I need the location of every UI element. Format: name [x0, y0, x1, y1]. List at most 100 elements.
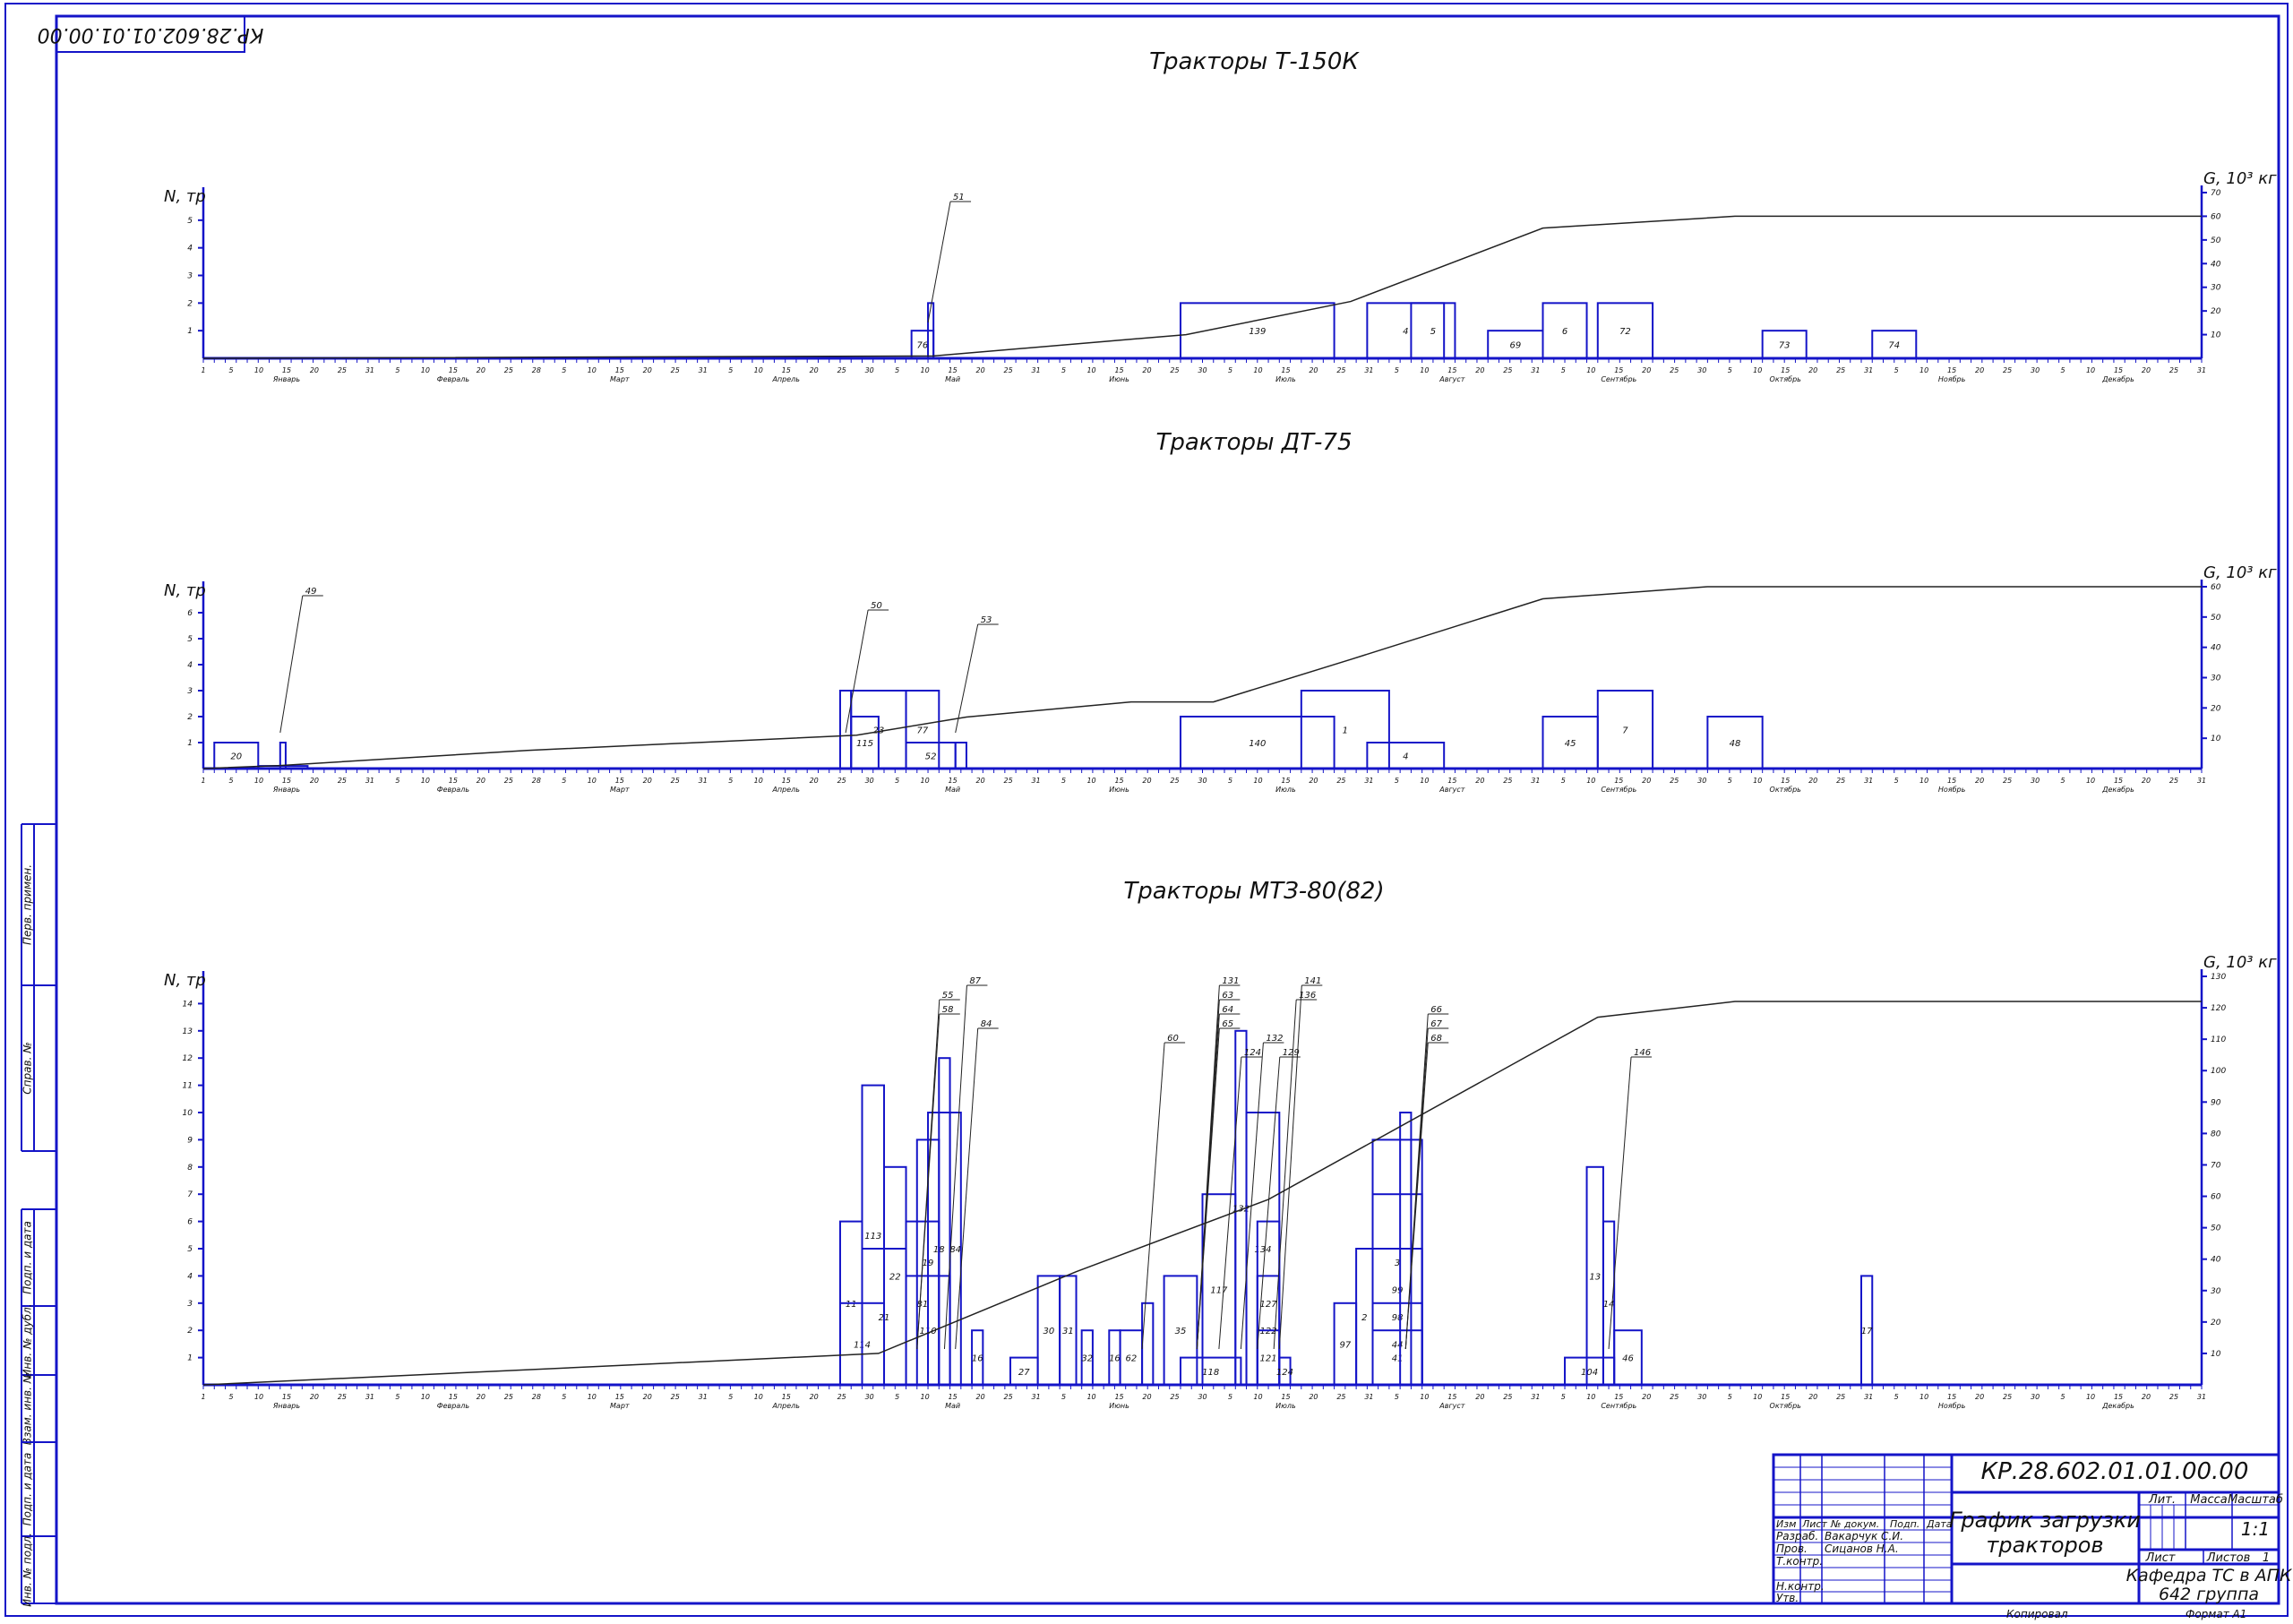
x-tick-label: 25	[2169, 366, 2178, 374]
x-tick-label: 20	[810, 366, 819, 374]
x-tick-label: 25	[504, 366, 513, 374]
bar-label: 1	[1343, 726, 1348, 736]
stamp-org-line2: 642 группа	[2159, 1585, 2259, 1604]
right-axis-label: G, 10³ кг	[2203, 169, 2277, 188]
x-tick-label: 28	[532, 366, 541, 374]
x-tick-label: 15	[949, 366, 958, 374]
side-stamp-label: Инв. № подл.	[21, 1533, 34, 1607]
callout-leader	[1608, 1056, 1632, 1350]
load-bar	[938, 1057, 951, 1386]
stamp-row-prov: Пров.	[1776, 1542, 1808, 1555]
x-tick-label: 25	[2169, 1393, 2178, 1401]
month-label: Август	[1438, 375, 1465, 383]
side-stamp-label: Инв. № дубл.	[21, 1303, 34, 1377]
x-tick-label: 31	[1531, 366, 1540, 374]
x-tick-label: 25	[1836, 777, 1845, 785]
y-tick-label: 5	[187, 635, 193, 644]
bar-label: 77	[917, 726, 929, 736]
callout-label: 132	[1266, 1034, 1283, 1044]
x-tick-label: 5	[1061, 777, 1066, 785]
x-tick-label: 20	[1309, 366, 1318, 374]
stamp-title-line1: График загрузки	[1949, 1508, 2141, 1533]
x-tick-label: 30	[1697, 366, 1706, 374]
bar-label: 117	[1210, 1286, 1228, 1296]
month-label: Октябрь	[1770, 375, 1802, 383]
x-tick-label: 25	[338, 777, 347, 785]
bar-label: 4	[1403, 752, 1408, 762]
month-label: Февраль	[437, 375, 470, 383]
y-tick-label: 7	[187, 1190, 193, 1199]
x-tick-label: 15	[949, 777, 958, 785]
callout-leader	[1196, 1027, 1220, 1350]
x-tick-label: 25	[1336, 366, 1345, 374]
x-tick-label: 20	[2142, 1393, 2151, 1401]
x-tick-label: 25	[338, 1393, 347, 1401]
x-tick-label: 20	[976, 1393, 985, 1401]
y-tick-label: 14	[183, 1000, 193, 1009]
x-tick-label: 25	[1503, 366, 1512, 374]
x-tick-label: 25	[1836, 366, 1845, 374]
callout-leader	[943, 984, 967, 1350]
stamp-col-ndoc: № докум.	[1830, 1518, 1879, 1530]
x-tick-label: 25	[504, 777, 513, 785]
month-label: Июль	[1275, 1402, 1296, 1410]
charts-container: Тракторы Т-150КN, тр12345G, 10³ кг102030…	[164, 48, 2277, 1410]
x-tick-label: 20	[310, 777, 319, 785]
x-tick-label: 28	[532, 1393, 541, 1401]
x-tick-label: 15	[449, 1393, 458, 1401]
x-tick-label: 31	[1364, 777, 1373, 785]
x-tick-label: 5	[1561, 777, 1566, 785]
x-tick-label: 20	[643, 1393, 652, 1401]
x-tick-label: 10	[921, 1393, 930, 1401]
stamp-listov-label: Листов	[2206, 1551, 2251, 1565]
x-tick-label: 15	[1114, 366, 1123, 374]
x-tick-label: 30	[865, 1393, 874, 1401]
x-tick-label: 15	[782, 366, 791, 374]
bar-label: 104	[1581, 1368, 1598, 1378]
x-tick-label: 10	[754, 777, 763, 785]
x-tick-label: 5	[1894, 777, 1899, 785]
stamp-col-list: Лист	[1801, 1518, 1827, 1530]
y-tick-label: 5	[187, 217, 193, 226]
callout-leader	[845, 609, 869, 734]
x-tick-label: 31	[1531, 777, 1540, 785]
x-tick-label: 10	[1919, 366, 1928, 374]
x-tick-label: 20	[1808, 777, 1817, 785]
x-tick-label: 31	[1364, 1393, 1373, 1401]
callout-label: 58	[942, 1005, 954, 1015]
bar-label: 20	[230, 752, 242, 762]
x-tick-label: 10	[421, 1393, 430, 1401]
y-tick-label: 3	[187, 272, 193, 281]
x-tick-label: 15	[1781, 777, 1790, 785]
x-tick-label: 20	[643, 777, 652, 785]
y-tick-label: 2	[187, 1327, 193, 1336]
month-label: Ноябрь	[1938, 375, 1966, 383]
month-label: Декабрь	[2101, 1402, 2134, 1410]
x-tick-label: 15	[1614, 366, 1623, 374]
y2-tick-label: 40	[2211, 644, 2221, 653]
x-tick-label: 25	[2003, 1393, 2012, 1401]
stamp-razrab-name: Вакарчук С.И.	[1825, 1530, 1903, 1542]
bar-label: 118	[1202, 1368, 1219, 1378]
inverted-code-text: КР.28.602.01.01.00.00	[38, 23, 264, 46]
stamp-col-izm: Изм	[1776, 1518, 1796, 1530]
x-tick-label: 5	[1728, 777, 1732, 785]
x-tick-label: 25	[1004, 366, 1013, 374]
x-tick-label: 10	[754, 366, 763, 374]
x-tick-label: 1	[201, 366, 205, 374]
x-tick-label: 10	[2086, 366, 2095, 374]
x-tick-label: 20	[1475, 777, 1484, 785]
x-tick-label: 10	[1753, 777, 1762, 785]
x-tick-label: 5	[228, 777, 233, 785]
bar-label: 31	[1062, 1327, 1074, 1336]
bar-label: 84	[949, 1245, 961, 1255]
x-tick-label: 31	[1864, 366, 1873, 374]
bar-label: 41	[1392, 1354, 1404, 1364]
bar-label: 69	[1509, 341, 1521, 351]
x-tick-label: 15	[1781, 366, 1790, 374]
x-tick-label: 10	[1586, 366, 1595, 374]
month-label: Январь	[272, 375, 300, 383]
x-tick-label: 15	[1281, 1393, 1290, 1401]
x-tick-label: 15	[282, 1393, 291, 1401]
y-tick-label: 4	[187, 661, 193, 670]
